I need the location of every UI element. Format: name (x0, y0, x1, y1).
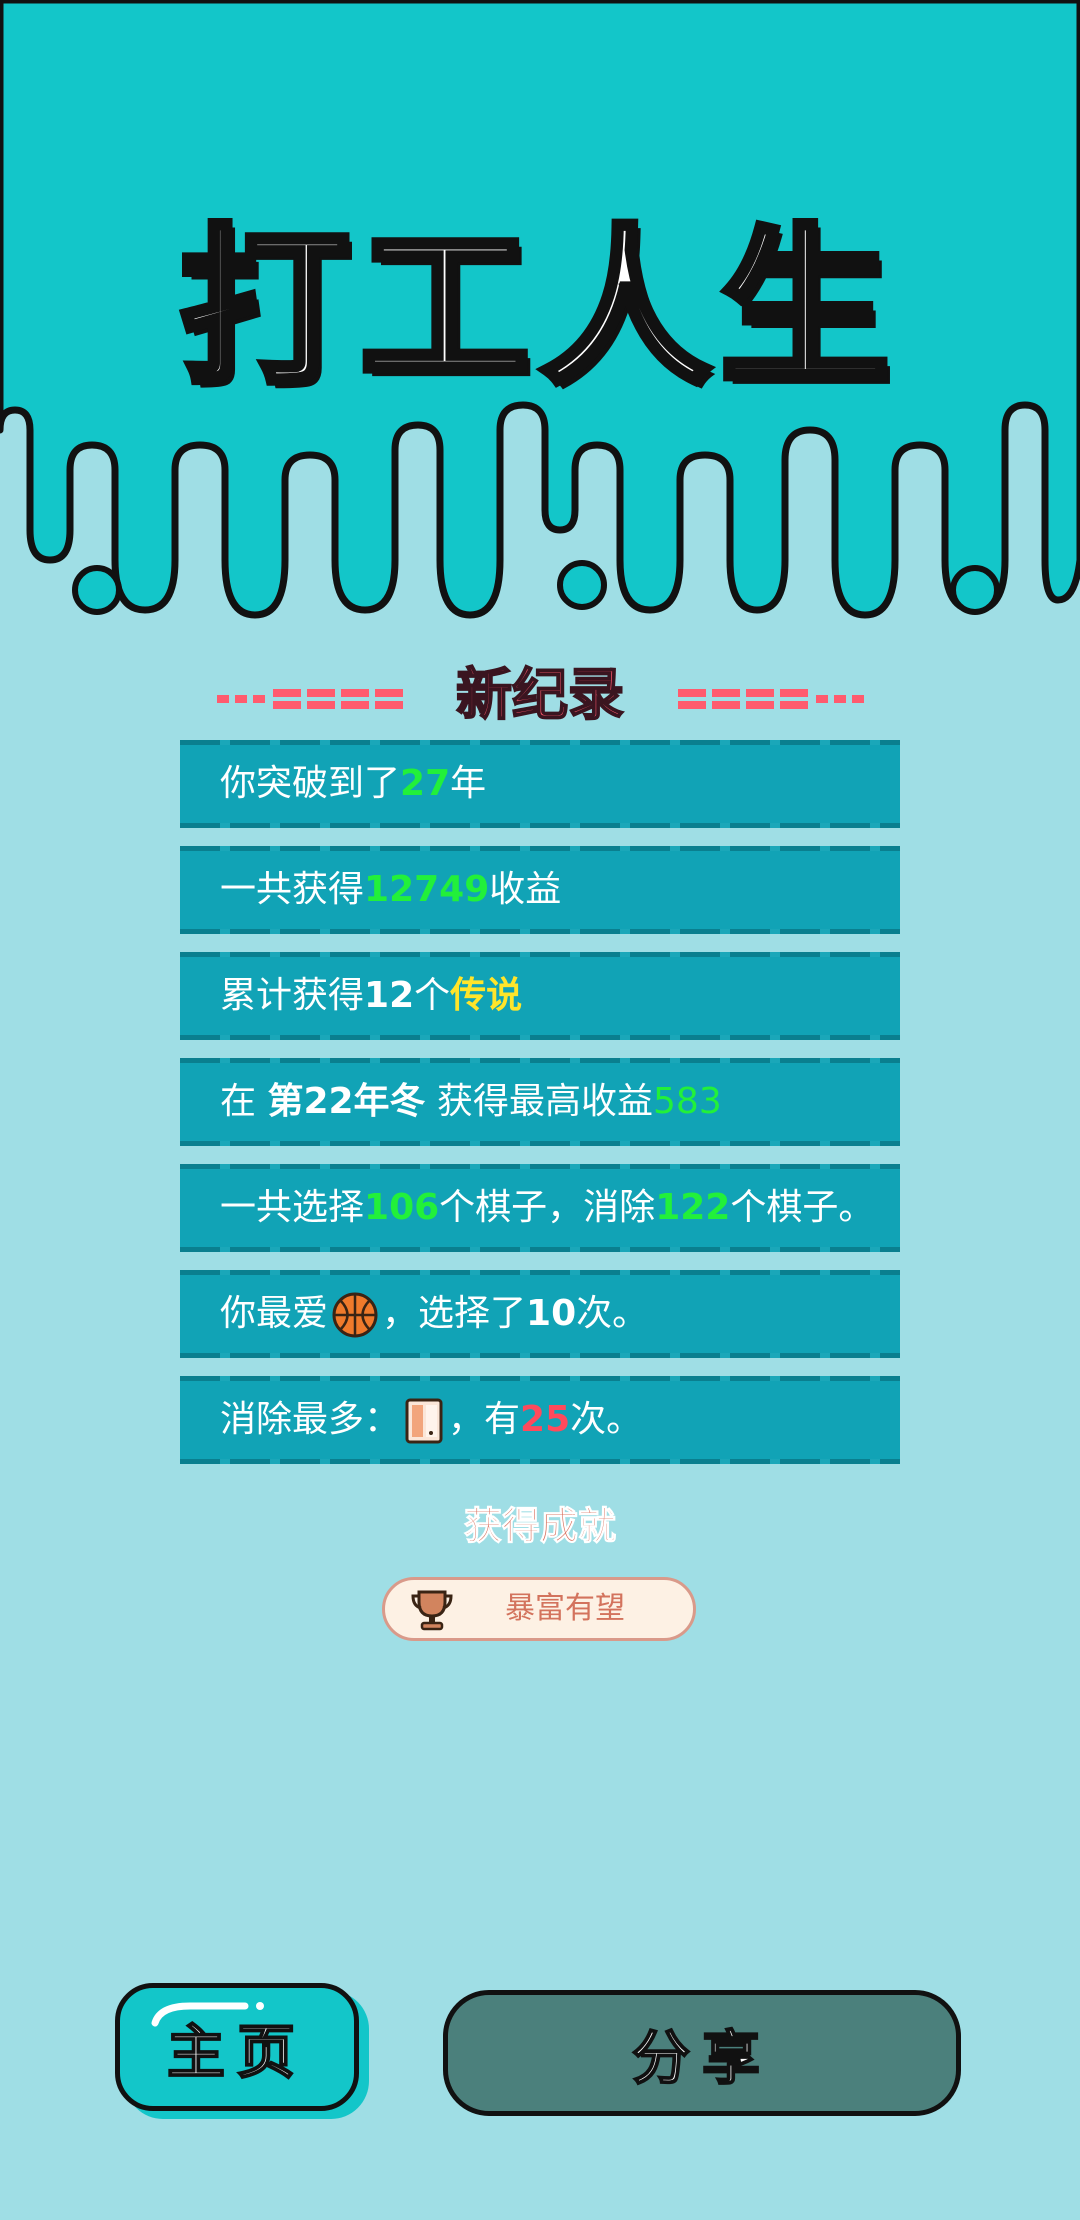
removed-count: 122 (655, 1187, 731, 1228)
door-icon (405, 1398, 443, 1444)
stat-text: 消除最多： (220, 1399, 401, 1440)
favorite-count: 10 (526, 1293, 577, 1334)
stat-text: 个 (414, 975, 451, 1016)
share-button[interactable]: 分享 (443, 1990, 961, 2116)
new-record-heading: 新纪录 (0, 650, 1080, 731)
best-income-value: 583 (653, 1081, 722, 1122)
left-dash-decoration (216, 688, 403, 709)
new-record-label: 新纪录 (455, 662, 625, 729)
stat-text: 你突破到了 (220, 763, 401, 804)
stat-text: 年 (450, 763, 487, 804)
stat-text: 个棋子。 (730, 1187, 875, 1228)
stat-row-income: 一共获得12749收益 (180, 846, 900, 934)
share-button-label: 分享 (631, 2023, 772, 2093)
trophy-icon (411, 1590, 453, 1631)
stat-row-legend: 累计获得12个传说 (180, 952, 900, 1040)
home-button-label: 主页 (166, 2017, 307, 2087)
achievements-heading: 获得成就 (463, 1504, 616, 1549)
basketball-icon (332, 1292, 378, 1338)
stat-row-favorite: 你最爱 ，选择了10次。 (180, 1270, 900, 1358)
stat-text: 一共获得 (220, 869, 365, 910)
home-button[interactable]: 主页 (115, 1983, 359, 2111)
best-period: 第22年冬 (267, 1081, 426, 1122)
stat-text: 你最爱 (220, 1293, 329, 1334)
stat-text: 获得最高收益 (425, 1081, 654, 1122)
stat-text: 一共选择 (220, 1187, 365, 1228)
years-value: 27 (400, 763, 451, 804)
stat-text: 在 (220, 1081, 268, 1122)
stat-text: 个棋子，消除 (439, 1187, 656, 1228)
stats-list: 你突破到了27年 一共获得12749收益 累计获得12个传说 在 第22年冬 获… (180, 740, 900, 1482)
legend-count: 12 (364, 975, 415, 1016)
stat-text: 次。 (570, 1399, 643, 1440)
stat-row-most-removed: 消除最多： ，有25次。 (180, 1376, 900, 1464)
right-dash-decoration (677, 688, 864, 709)
stat-text: 收益 (489, 869, 562, 910)
stat-text: 次。 (576, 1293, 649, 1334)
legend-label: 传说 (450, 975, 523, 1016)
stat-row-pieces: 一共选择106个棋子，消除122个棋子。 (180, 1164, 900, 1252)
income-value: 12749 (364, 869, 490, 910)
chosen-count: 106 (364, 1187, 440, 1228)
most-removed-count: 25 (520, 1399, 571, 1440)
achievement-badge-label: 暴富有望 (505, 1591, 625, 1626)
app-title: 打工人生 (176, 207, 900, 412)
stat-text: ，选择了 (382, 1293, 527, 1334)
stat-row-best-income: 在 第22年冬 获得最高收益583 (180, 1058, 900, 1146)
stat-text: ，有 (448, 1399, 521, 1440)
stat-row-years: 你突破到了27年 (180, 740, 900, 828)
achievement-badge[interactable]: 暴富有望 (382, 1577, 696, 1641)
stat-text: 累计获得 (220, 975, 365, 1016)
